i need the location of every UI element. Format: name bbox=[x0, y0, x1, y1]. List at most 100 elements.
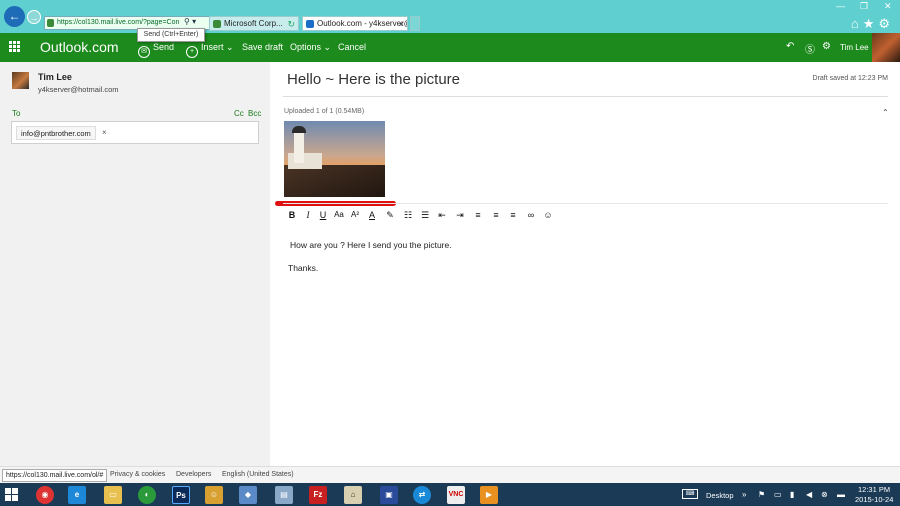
skype-icon[interactable]: Ⓢ bbox=[805, 41, 815, 56]
user-name[interactable]: Tim Lee bbox=[840, 43, 869, 52]
decrease-indent-icon[interactable]: ⇤ bbox=[435, 208, 449, 222]
save-draft-button[interactable]: Save draft bbox=[242, 42, 283, 52]
cc-link[interactable]: Cc bbox=[234, 109, 244, 118]
divider bbox=[283, 203, 888, 204]
bcc-link[interactable]: Bcc bbox=[248, 109, 261, 118]
expand-tray-icon[interactable]: » bbox=[742, 490, 746, 499]
chrome-icon[interactable]: ◉ bbox=[36, 486, 54, 504]
highlight-icon[interactable]: ✎ bbox=[383, 208, 397, 222]
close-window-icon[interactable]: ✕ bbox=[884, 1, 892, 12]
collapse-chevron-icon[interactable]: ⌃ bbox=[882, 108, 889, 117]
settings-gear-icon[interactable]: ⚙ bbox=[878, 16, 894, 31]
align-right-icon[interactable]: ≡ bbox=[506, 208, 520, 222]
lock-icon bbox=[47, 19, 54, 27]
flag-icon[interactable]: ⚑ bbox=[758, 490, 765, 499]
to-field[interactable]: info@pntbrother.com × bbox=[11, 121, 259, 144]
message-body-line[interactable]: Thanks. bbox=[288, 263, 318, 273]
vnc-icon[interactable]: VNC bbox=[447, 486, 465, 504]
address-url: https://col130.mail.live.com/?page=Con bbox=[57, 19, 180, 26]
media-player-icon[interactable]: ▶ bbox=[480, 486, 498, 504]
folder-app-icon[interactable]: ☺ bbox=[205, 486, 223, 504]
send-label: Send bbox=[153, 42, 175, 52]
teamviewer-icon[interactable]: ⇄ bbox=[413, 486, 431, 504]
brand-title[interactable]: Outlook.com bbox=[40, 39, 119, 55]
app-launcher-icon[interactable] bbox=[9, 41, 20, 52]
windows-start-icon[interactable] bbox=[5, 488, 18, 501]
clock-date[interactable]: 2015-10-24 bbox=[855, 495, 893, 504]
align-left-icon[interactable]: ≡ bbox=[471, 208, 485, 222]
volume-icon[interactable]: ◀ bbox=[806, 490, 812, 499]
font-color-icon[interactable]: A bbox=[365, 208, 379, 222]
superscript-icon[interactable]: A² bbox=[348, 208, 362, 222]
undo-icon[interactable]: ↶ bbox=[786, 41, 794, 52]
forward-arrow-icon[interactable]: → bbox=[27, 10, 41, 24]
file-explorer-icon[interactable]: ▭ bbox=[104, 486, 122, 504]
browser-chrome: ← → https://col130.mail.live.com/?page=C… bbox=[0, 0, 900, 33]
bullet-list-icon[interactable]: ☰ bbox=[418, 208, 432, 222]
app-green-icon[interactable]: ◐ bbox=[138, 486, 156, 504]
send-icon: ✉ bbox=[138, 46, 150, 58]
tab-outlook[interactable]: Outlook.com - y4kserver@h... × bbox=[302, 16, 408, 31]
outlook-favicon-icon bbox=[306, 20, 314, 28]
windows-taskbar: ◉ e ▭ ◐ Ps ☺ ◆ ▤ Fz ⌂ ▣ ⇄ VNC ▶ ⌨ Deskto… bbox=[0, 483, 900, 506]
language-link[interactable]: English (United States) bbox=[222, 471, 294, 478]
sender-avatar bbox=[12, 72, 29, 89]
app-house-icon[interactable]: ⌂ bbox=[344, 486, 362, 504]
close-tab-icon[interactable]: × bbox=[399, 17, 404, 30]
power-icon[interactable]: ▮ bbox=[790, 490, 794, 499]
privacy-link[interactable]: Privacy & cookies bbox=[110, 471, 165, 478]
back-arrow-icon[interactable]: ← bbox=[4, 6, 25, 27]
numbered-list-icon[interactable]: ☷ bbox=[401, 208, 415, 222]
display-icon[interactable]: ▭ bbox=[774, 490, 782, 499]
thumbnail-lighthouse bbox=[294, 131, 304, 163]
reload-icon[interactable]: ↻ bbox=[287, 17, 295, 30]
photoshop-icon[interactable]: Ps bbox=[172, 486, 190, 504]
subject-field[interactable]: Hello ~ Here is the picture bbox=[287, 71, 460, 88]
keyboard-icon[interactable]: ⌨ bbox=[682, 489, 698, 499]
tray-close-icon[interactable]: ⊗ bbox=[821, 490, 828, 499]
font-size-icon[interactable]: Aa bbox=[332, 208, 346, 222]
underline-icon[interactable]: U bbox=[316, 208, 330, 222]
insert-label: Insert bbox=[201, 42, 224, 52]
align-center-icon[interactable]: ≡ bbox=[489, 208, 503, 222]
link-icon[interactable]: ∞ bbox=[524, 208, 538, 222]
chevron-down-icon: ⌄ bbox=[323, 42, 332, 52]
minimize-icon[interactable]: — bbox=[836, 1, 845, 11]
recipient-chip[interactable]: info@pntbrother.com bbox=[16, 126, 96, 140]
sender-email: y4kserver@hotmail.com bbox=[38, 85, 119, 94]
tab-microsoft[interactable]: Microsoft Corp... ↻ bbox=[209, 16, 299, 31]
maximize-icon[interactable]: ❐ bbox=[860, 1, 868, 12]
document-icon[interactable]: ▤ bbox=[275, 486, 293, 504]
insert-button[interactable]: + Insert ⌄ bbox=[186, 42, 234, 58]
bold-icon[interactable]: B bbox=[285, 208, 299, 222]
emoji-icon[interactable]: ☺ bbox=[541, 208, 555, 222]
insert-icon: + bbox=[186, 46, 198, 58]
attachment-thumbnail[interactable] bbox=[284, 121, 385, 197]
desktop-toolbar-label[interactable]: Desktop bbox=[706, 491, 734, 500]
user-avatar[interactable] bbox=[872, 33, 900, 62]
browser-toolbar-icons[interactable]: ⌂★⚙ bbox=[851, 16, 894, 32]
screen: ← → https://col130.mail.live.com/?page=C… bbox=[0, 0, 900, 506]
chevron-down-icon: ⌄ bbox=[226, 42, 234, 52]
message-body-line[interactable]: How are you ? Here I send you the pictur… bbox=[290, 240, 452, 250]
network-app-icon[interactable]: ▣ bbox=[380, 486, 398, 504]
tab-label: Outlook.com - y4kserver@h... bbox=[317, 19, 407, 28]
send-button[interactable]: ✉ Send bbox=[138, 42, 174, 58]
settings-gear-icon[interactable]: ⚙ bbox=[822, 41, 831, 52]
app-blue-icon[interactable]: ◆ bbox=[239, 486, 257, 504]
outlook-command-bar: Outlook.com ✉ Send + Insert ⌄ Save draft O… bbox=[0, 33, 900, 62]
cancel-button[interactable]: Cancel bbox=[338, 42, 366, 52]
internet-explorer-icon[interactable]: e bbox=[68, 486, 86, 504]
clock-time[interactable]: 12:31 PM bbox=[858, 485, 890, 494]
filezilla-icon[interactable]: Fz bbox=[309, 486, 327, 504]
search-icon[interactable]: ⚲ ▾ bbox=[184, 17, 196, 26]
options-button[interactable]: Options ⌄ bbox=[290, 42, 331, 53]
home-icon[interactable]: ⌂ bbox=[851, 16, 863, 31]
remove-recipient-icon[interactable]: × bbox=[102, 126, 107, 139]
favorites-star-icon[interactable]: ★ bbox=[863, 16, 879, 31]
chat-icon[interactable]: ▬ bbox=[837, 490, 845, 499]
developers-link[interactable]: Developers bbox=[176, 471, 211, 478]
new-tab-button[interactable] bbox=[410, 16, 420, 31]
increase-indent-icon[interactable]: ⇥ bbox=[453, 208, 467, 222]
italic-icon[interactable]: I bbox=[301, 208, 315, 222]
